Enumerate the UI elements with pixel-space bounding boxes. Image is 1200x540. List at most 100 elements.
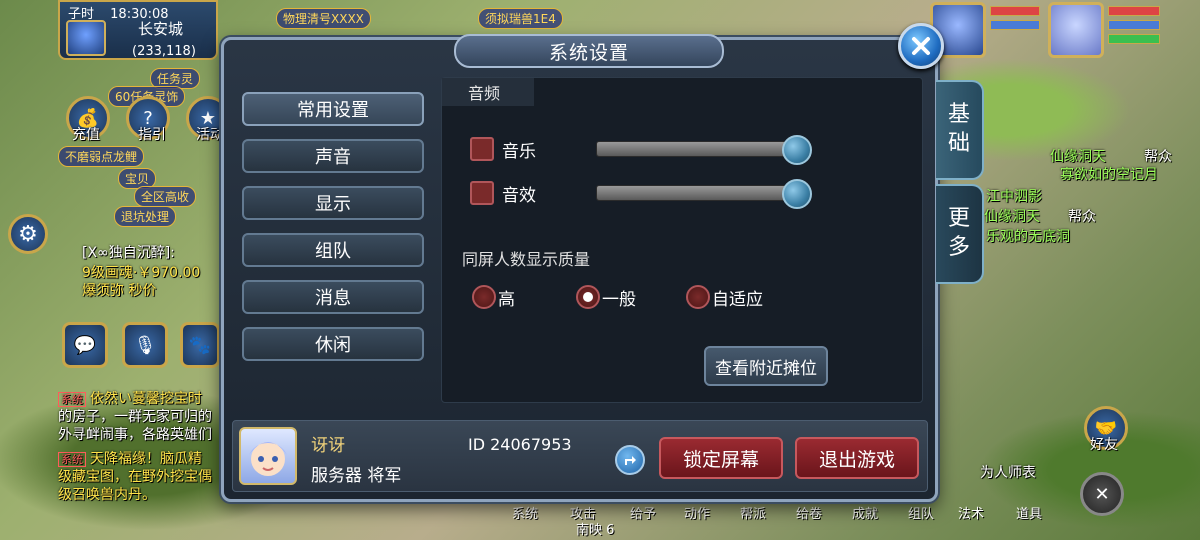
profile-id: ID 24067953: [468, 435, 572, 454]
close-icon[interactable]: [898, 23, 944, 69]
quality-option-high[interactable]: 高: [472, 284, 515, 310]
chat-text: 依然い蔓馨挖宝时: [90, 391, 202, 407]
radio-dot: [583, 292, 593, 302]
tab-more[interactable]: 更 多: [936, 184, 984, 284]
chat-line: [X∞独自沉醉]:: [82, 245, 175, 261]
chat-line: 爆须弥 秒价: [82, 283, 157, 299]
share-icon[interactable]: [615, 445, 645, 475]
sfx-slider[interactable]: [596, 179, 812, 209]
chat-line: 级藏宝图，在野外挖宝偶: [58, 469, 212, 485]
chat-line: 系统 天降福缘！脑瓜精: [58, 448, 202, 468]
player-avatar[interactable]: [66, 20, 106, 56]
music-label: 音乐: [502, 142, 536, 162]
close-icon[interactable]: ✕: [1080, 472, 1124, 516]
map-npc-label: 江中泗影: [986, 189, 1042, 205]
map-npc-label: 乐观的无底洞: [986, 229, 1070, 245]
sfx-row: 音效: [470, 178, 812, 209]
radio-button-selected[interactable]: [576, 285, 600, 309]
music-row: 音乐: [470, 134, 812, 165]
nav-sound[interactable]: 声音: [242, 139, 424, 173]
tab-more-char: 多: [947, 235, 970, 260]
gear-icon[interactable]: ⚙: [8, 214, 48, 254]
bottom-menu-give[interactable]: 给予: [630, 503, 656, 522]
nav-common-settings[interactable]: 常用设置: [242, 92, 424, 126]
bottom-menu-team[interactable]: 组队: [908, 503, 934, 522]
music-slider-fill: [597, 142, 801, 156]
bottom-menu-items[interactable]: 道具: [1016, 503, 1042, 522]
map-npc-label: 仙缘洞天: [1050, 149, 1106, 165]
chat-line: 外寻衅闹事，各路英雄们: [58, 427, 212, 443]
city-name: 长安城: [138, 20, 184, 38]
guide-label: 指引: [138, 127, 166, 143]
player-hp-bar: [1108, 6, 1160, 16]
bottom-menu-achievement[interactable]: 成就: [852, 503, 878, 522]
music-slider[interactable]: [596, 135, 812, 165]
lock-screen-button[interactable]: 锁定屏幕: [659, 437, 783, 479]
music-slider-knob[interactable]: [782, 135, 812, 165]
audio-heading: 音频: [442, 78, 534, 106]
radio-button[interactable]: [472, 285, 496, 309]
exit-game-button[interactable]: 退出游戏: [795, 437, 919, 479]
minimap-header[interactable]: 子时 18:30:08 长安城 (233,118): [58, 0, 218, 60]
bottom-menu-action[interactable]: 动作: [684, 503, 710, 522]
music-checkbox[interactable]: [470, 137, 494, 161]
chat-bubble-icon[interactable]: 💬: [62, 322, 108, 368]
map-npc-label: 寡欲如的空记月: [1060, 167, 1158, 183]
friends-label: 好友: [1090, 437, 1118, 453]
map-npc-label: 仙缘洞天: [984, 209, 1040, 225]
map-bubble: 须拟瑞兽1E4: [478, 8, 563, 29]
tab-more-char: 更: [947, 206, 970, 232]
bottom-menu-spell[interactable]: 法术: [958, 503, 984, 522]
view-nearby-stalls-button[interactable]: 查看附近摊位: [704, 346, 828, 386]
radio-button[interactable]: [686, 285, 710, 309]
sfx-label: 音效: [502, 186, 536, 206]
map-npc-label: 帮众: [1144, 149, 1172, 165]
pet-icon[interactable]: 🐾: [180, 322, 220, 368]
settings-content: 音频 音乐 音效 同屏人数显示质量 高 一般 自适应 查看附近摊位: [441, 77, 923, 403]
dialog-title: 系统设置: [454, 34, 724, 68]
player-mp-bar: [1108, 20, 1160, 30]
microphone-icon[interactable]: 🎙: [122, 322, 168, 368]
sfx-slider-knob[interactable]: [782, 179, 812, 209]
settings-nav: 常用设置 声音 显示 组队 消息 休闲: [242, 92, 424, 374]
nav-team[interactable]: 组队: [242, 233, 424, 267]
system-settings-dialog: 系统设置 常用设置 声音 显示 组队 消息 休闲 音频 音乐 音效 同屏人数显示…: [221, 34, 938, 502]
bottom-menu-scroll[interactable]: 给卷: [796, 503, 822, 522]
map-bubble: 退坑处理: [114, 206, 177, 227]
player-portrait[interactable]: [1048, 2, 1104, 58]
city-coords: (233,118): [132, 44, 196, 59]
tab-basic[interactable]: 基 础: [936, 80, 984, 180]
map-bubble: 全区高收: [134, 186, 197, 207]
quality-option-adaptive[interactable]: 自适应: [686, 284, 763, 310]
chat-text: 天降福缘！脑瓜精: [90, 451, 202, 467]
activity-label: 活动: [196, 127, 224, 143]
profile-server: 服务器 将军: [311, 466, 402, 486]
profile-name: 讶讶: [311, 436, 345, 456]
quality-option-normal[interactable]: 一般: [576, 284, 636, 310]
master-label: 为人师表: [980, 465, 1036, 481]
pet-mp-bar: [990, 20, 1040, 30]
map-npc-label: 帮众: [1068, 209, 1096, 225]
chat-line: 的房子，一群无家可归的: [58, 409, 212, 425]
avatar: [239, 427, 297, 485]
sfx-slider-fill: [597, 186, 801, 200]
nav-display[interactable]: 显示: [242, 186, 424, 220]
quality-option-label: 一般: [602, 289, 636, 310]
system-tag: 系统: [58, 392, 86, 407]
bottom-menu-guild[interactable]: 帮派: [740, 503, 766, 522]
system-tag: 系统: [58, 452, 86, 467]
recharge-label: 充值: [72, 127, 100, 143]
quality-option-label: 高: [498, 289, 515, 310]
map-bubble: 物理清号XXXX: [276, 8, 371, 29]
display-quality-title: 同屏人数显示质量: [462, 250, 591, 269]
nav-messages[interactable]: 消息: [242, 280, 424, 314]
nav-leisure[interactable]: 休闲: [242, 327, 424, 361]
profile-bar: 讶讶 服务器 将军 ID 24067953 锁定屏幕 退出游戏: [232, 420, 928, 492]
bottom-menu-system[interactable]: 系统: [512, 503, 538, 522]
chat-line: 9级画魂·￥970.00: [82, 265, 201, 281]
character-portrait-icon: [249, 442, 287, 476]
player-anger-bar: [1108, 34, 1160, 44]
sfx-checkbox[interactable]: [470, 181, 494, 205]
chat-line: 级召唤兽内丹。: [58, 487, 156, 503]
tab-basic-char: 基: [947, 102, 970, 128]
